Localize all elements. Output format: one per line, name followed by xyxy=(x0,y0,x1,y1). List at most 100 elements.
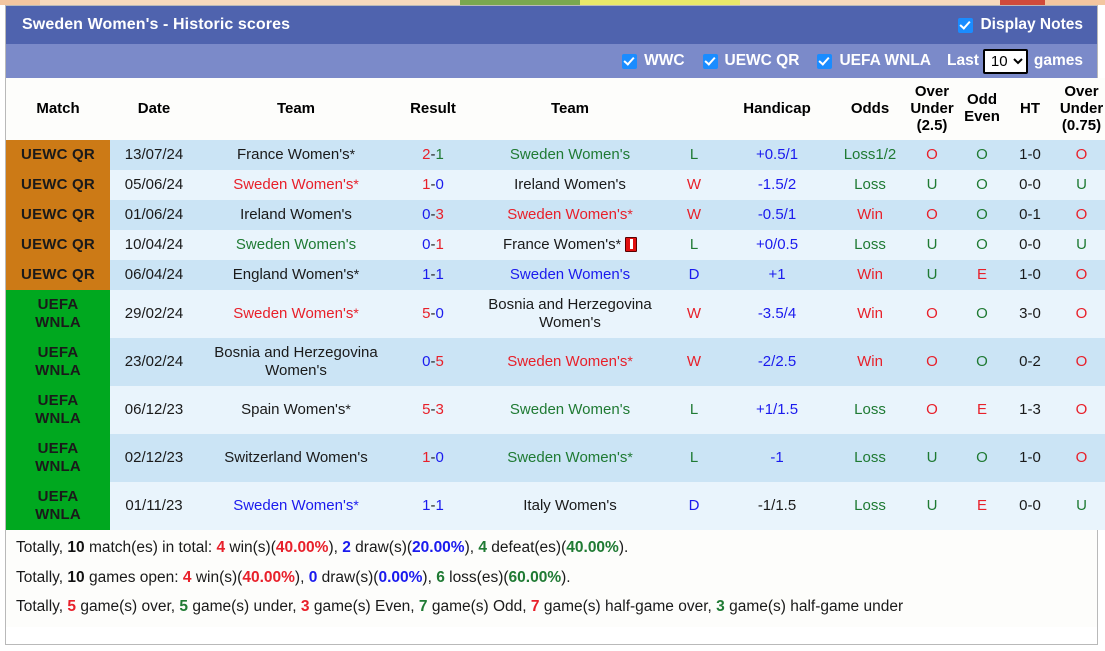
match-score[interactable]: 1-0 xyxy=(394,434,472,482)
over-under-25-value: U xyxy=(906,170,958,200)
filter-uefa-wnla[interactable]: UEFA WNLA xyxy=(817,52,931,70)
odds-value: Win xyxy=(834,338,906,386)
table-row[interactable]: UEWC QR01/06/24Ireland Women's0-3Sweden … xyxy=(6,200,1105,230)
ou075-line3: (0.75) xyxy=(1062,117,1101,134)
table-row[interactable]: UEWC QR10/04/24Sweden Women's0-1France W… xyxy=(6,230,1105,260)
last-label: Last xyxy=(947,52,979,70)
display-notes-checkbox[interactable] xyxy=(958,18,973,33)
away-team[interactable]: France Women's* xyxy=(472,230,668,260)
match-score[interactable]: 0-5 xyxy=(394,338,472,386)
uefa-wnla-checkbox[interactable] xyxy=(817,54,832,69)
col-header-match[interactable]: Match xyxy=(6,78,110,140)
filter-uewc-qr[interactable]: UEWC QR xyxy=(703,52,800,70)
away-team[interactable]: Sweden Women's* xyxy=(472,434,668,482)
away-team[interactable]: Bosnia and Herzegovina Women's xyxy=(472,290,668,338)
home-team[interactable]: Sweden Women's* xyxy=(198,482,394,530)
summary-line-open: Totally, 10 games open: 4 win(s)(40.00%)… xyxy=(16,567,1087,589)
s2-win-pct: 40.00% xyxy=(242,569,295,586)
match-score[interactable]: 0-1 xyxy=(394,230,472,260)
summary-line-total: Totally, 10 match(es) in total: 4 win(s)… xyxy=(16,537,1087,559)
col-header-over-under-075[interactable]: Over Under (0.75) xyxy=(1054,78,1105,140)
home-team[interactable]: Sweden Women's* xyxy=(198,170,394,200)
table-row[interactable]: UEFAWNLA23/02/24Bosnia and Herzegovina W… xyxy=(6,338,1105,386)
over-under-25-value: O xyxy=(906,338,958,386)
s3-t3: game(s) under, xyxy=(188,598,301,615)
col-header-odd-even[interactable]: Odd Even xyxy=(958,78,1006,140)
away-team[interactable]: Ireland Women's xyxy=(472,170,668,200)
table-row[interactable]: UEWC QR13/07/24France Women's*2-1Sweden … xyxy=(6,140,1105,170)
outcome-badge: L xyxy=(668,230,720,260)
league-badge[interactable]: UEFAWNLA xyxy=(6,386,110,434)
match-score[interactable]: 5-0 xyxy=(394,290,472,338)
table-row[interactable]: UEWC QR05/06/24Sweden Women's*1-0Ireland… xyxy=(6,170,1105,200)
match-score[interactable]: 5-3 xyxy=(394,386,472,434)
league-badge[interactable]: UEFAWNLA xyxy=(6,338,110,386)
col-header-over-under-25[interactable]: Over Under (2.5) xyxy=(906,78,958,140)
league-badge[interactable]: UEWC QR xyxy=(6,170,110,200)
games-count-select[interactable]: 10203050 xyxy=(983,49,1028,74)
match-score[interactable]: 1-0 xyxy=(394,170,472,200)
col-header-result[interactable]: Result xyxy=(394,78,472,140)
away-team[interactable]: Sweden Women's xyxy=(472,386,668,434)
home-team[interactable]: France Women's* xyxy=(198,140,394,170)
s1-t5: draw(s)( xyxy=(351,539,412,556)
col-header-date[interactable]: Date xyxy=(110,78,198,140)
home-team[interactable]: England Women's* xyxy=(198,260,394,290)
over-under-25-value: O xyxy=(906,386,958,434)
col-header-team-home[interactable]: Team xyxy=(198,78,394,140)
league-badge[interactable]: UEWC QR xyxy=(6,230,110,260)
odd-even-value: E xyxy=(958,482,1006,530)
table-row[interactable]: UEFAWNLA02/12/23Switzerland Women's1-0Sw… xyxy=(6,434,1105,482)
half-time-score: 0-0 xyxy=(1006,230,1054,260)
league-badge[interactable]: UEFAWNLA xyxy=(6,290,110,338)
away-team[interactable]: Italy Women's xyxy=(472,482,668,530)
odd-even-value: O xyxy=(958,290,1006,338)
table-row[interactable]: UEFAWNLA01/11/23Sweden Women's*1-1Italy … xyxy=(6,482,1105,530)
match-date: 06/12/23 xyxy=(110,386,198,434)
s1-t7: defeat(es)( xyxy=(487,539,566,556)
odd-even-value: E xyxy=(958,260,1006,290)
match-score[interactable]: 1-1 xyxy=(394,260,472,290)
wwc-checkbox[interactable] xyxy=(622,54,637,69)
league-badge[interactable]: UEWC QR xyxy=(6,140,110,170)
over-under-075-value: U xyxy=(1054,170,1105,200)
match-date: 06/04/24 xyxy=(110,260,198,290)
col-header-ht[interactable]: HT xyxy=(1006,78,1054,140)
match-score[interactable]: 2-1 xyxy=(394,140,472,170)
match-score[interactable]: 0-3 xyxy=(394,200,472,230)
s1-t2: match(es) in total: xyxy=(85,539,217,556)
away-team[interactable]: Sweden Women's* xyxy=(472,200,668,230)
filter-wwc[interactable]: WWC xyxy=(622,52,684,70)
league-badge[interactable]: UEWC QR xyxy=(6,260,110,290)
match-score[interactable]: 1-1 xyxy=(394,482,472,530)
uewc-qr-checkbox[interactable] xyxy=(703,54,718,69)
home-team[interactable]: Spain Women's* xyxy=(198,386,394,434)
home-team[interactable]: Bosnia and Herzegovina Women's xyxy=(198,338,394,386)
col-header-team-away[interactable]: Team xyxy=(472,78,668,140)
home-team[interactable]: Sweden Women's* xyxy=(198,290,394,338)
table-row[interactable]: UEFAWNLA06/12/23Spain Women's*5-3Sweden … xyxy=(6,386,1105,434)
home-team[interactable]: Switzerland Women's xyxy=(198,434,394,482)
league-badge[interactable]: UEFAWNLA xyxy=(6,482,110,530)
table-row[interactable]: UEWC QR06/04/24England Women's*1-1Sweden… xyxy=(6,260,1105,290)
s2-t5: draw(s)( xyxy=(317,569,378,586)
s1-t1: Totally, xyxy=(16,539,67,556)
s3-even: 3 xyxy=(301,598,310,615)
display-notes-toggle[interactable]: Display Notes xyxy=(958,16,1083,34)
col-header-odds[interactable]: Odds xyxy=(834,78,906,140)
outcome-badge: L xyxy=(668,140,720,170)
s2-t6: ), xyxy=(422,569,436,586)
away-team[interactable]: Sweden Women's* xyxy=(472,338,668,386)
league-badge[interactable]: UEWC QR xyxy=(6,200,110,230)
away-team[interactable]: Sweden Women's xyxy=(472,260,668,290)
handicap-value: -1 xyxy=(720,434,834,482)
handicap-value: +1 xyxy=(720,260,834,290)
match-date: 10/04/24 xyxy=(110,230,198,260)
away-team[interactable]: Sweden Women's xyxy=(472,140,668,170)
over-under-25-value: O xyxy=(906,140,958,170)
home-team[interactable]: Ireland Women's xyxy=(198,200,394,230)
home-team[interactable]: Sweden Women's xyxy=(198,230,394,260)
col-header-handicap[interactable]: Handicap xyxy=(720,78,834,140)
table-row[interactable]: UEFAWNLA29/02/24Sweden Women's*5-0Bosnia… xyxy=(6,290,1105,338)
league-badge[interactable]: UEFAWNLA xyxy=(6,434,110,482)
